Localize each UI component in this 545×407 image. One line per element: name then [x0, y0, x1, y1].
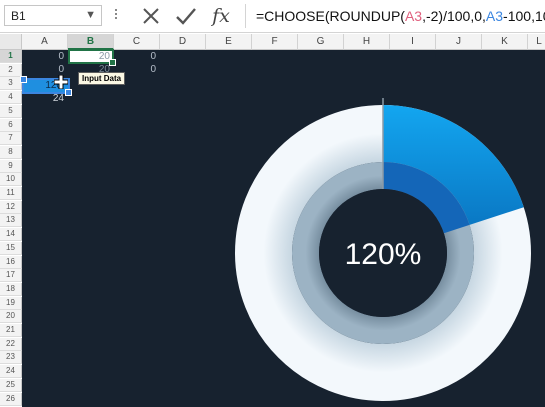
row-header-17[interactable]: 17 [0, 269, 22, 283]
row-header-3[interactable]: 3 [0, 77, 22, 91]
name-box[interactable]: B1 ▼ [4, 5, 102, 26]
row-header-7[interactable]: 7 [0, 132, 22, 146]
row-header-20[interactable]: 20 [0, 310, 22, 324]
column-header-a[interactable]: A [22, 34, 68, 50]
column-header-l[interactable]: L [528, 34, 545, 50]
formula-bar-grip-icon[interactable] [115, 7, 118, 23]
formula-part-4: -100,100) [503, 8, 545, 24]
row-header-13[interactable]: 13 [0, 214, 22, 228]
row-header-22[interactable]: 22 [0, 337, 22, 351]
column-header-b[interactable]: B [68, 34, 114, 50]
row-header-19[interactable]: 19 [0, 296, 22, 310]
formula-part-1: A3 [404, 8, 423, 24]
cell-c1[interactable]: 0 [114, 50, 160, 63]
input-data-tooltip: Input Data [78, 72, 126, 85]
row-header-9[interactable]: 9 [0, 159, 22, 173]
row-header-26[interactable]: 26 [0, 392, 22, 406]
row-header-25[interactable]: 25 [0, 378, 22, 392]
row-header-24[interactable]: 24 [0, 365, 22, 379]
cell-a1[interactable]: 0 [22, 50, 68, 63]
row-header-21[interactable]: 21 [0, 324, 22, 337]
row-header-1[interactable]: 1 [0, 50, 22, 63]
select-all-corner[interactable] [0, 34, 22, 50]
row-header-18[interactable]: 18 [0, 282, 22, 296]
row-header-23[interactable]: 23 [0, 351, 22, 365]
cancel-icon[interactable] [138, 3, 164, 29]
column-header-h[interactable]: H [344, 34, 390, 50]
row-header-5[interactable]: 5 [0, 104, 22, 118]
name-box-value: B1 [11, 9, 26, 23]
column-header-d[interactable]: D [160, 34, 206, 50]
column-header-i[interactable]: I [390, 34, 436, 50]
cell-b1[interactable]: 20 [68, 50, 114, 63]
donut-center-label: 120% [345, 238, 422, 271]
column-header-c[interactable]: C [114, 34, 160, 50]
row-header-11[interactable]: 11 [0, 187, 22, 200]
column-header-e[interactable]: E [206, 34, 252, 50]
row-header-2[interactable]: 2 [0, 63, 22, 77]
insert-function-button[interactable]: fx [208, 3, 234, 29]
formula-input[interactable]: =CHOOSE(ROUNDUP(A3,-2)/100,0,A3-100,100) [245, 4, 545, 28]
row-header-12[interactable]: 12 [0, 200, 22, 214]
row-header-15[interactable]: 15 [0, 241, 22, 255]
formula-part-2: ,-2)/100,0, [422, 8, 486, 24]
name-box-dropdown-icon[interactable]: ▼ [85, 9, 96, 21]
column-header-g[interactable]: G [298, 34, 344, 50]
column-header-j[interactable]: J [436, 34, 482, 50]
column-header-f[interactable]: F [252, 34, 298, 50]
row-header-6[interactable]: 6 [0, 118, 22, 132]
row-header-4[interactable]: 4 [0, 91, 22, 105]
column-header-k[interactable]: K [482, 34, 528, 50]
row-header-16[interactable]: 16 [0, 255, 22, 269]
formula-part-0: =CHOOSE(ROUNDUP( [256, 8, 405, 24]
row-header-8[interactable]: 8 [0, 145, 22, 159]
enter-check-icon[interactable] [173, 3, 199, 29]
move-cursor-icon [53, 74, 69, 94]
row-header-14[interactable]: 14 [0, 228, 22, 242]
row-header-10[interactable]: 10 [0, 173, 22, 187]
formula-part-3: A3 [485, 8, 504, 24]
formula-bar: B1 ▼ fx =CHOOSE(ROUNDUP(A3,-2)/100,0,A3-… [0, 0, 545, 33]
donut-chart[interactable]: 120% [235, 98, 535, 403]
